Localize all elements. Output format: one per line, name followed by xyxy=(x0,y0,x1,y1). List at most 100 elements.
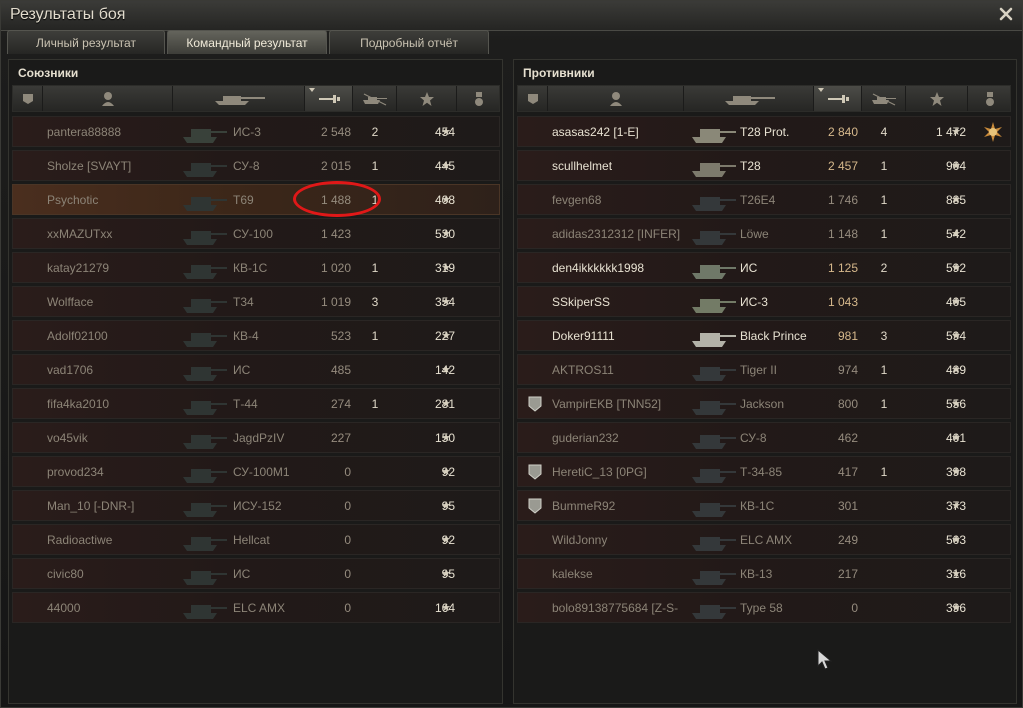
medal-column-header[interactable] xyxy=(457,86,501,111)
squad-column-header[interactable] xyxy=(13,86,43,111)
player-name: BummeR92 xyxy=(552,498,616,513)
damage-value: 1 746 xyxy=(827,192,858,207)
table-row[interactable]: katay21279 КВ-1С 1 020 1 319 ★ xyxy=(12,252,500,283)
damage-value: 301 xyxy=(837,498,858,513)
medal-icon xyxy=(473,91,485,107)
damage-value: 981 xyxy=(837,328,858,343)
tank-silhouette-icon xyxy=(177,491,239,520)
damage-icon xyxy=(317,92,341,106)
table-row[interactable]: Sholze [SVAYT] СУ-8 2 015 1 445 ★ xyxy=(12,150,500,181)
tank-silhouette-icon xyxy=(177,457,239,486)
tab-personal-result[interactable]: Личный результат xyxy=(7,30,165,54)
player-name: fevgen68 xyxy=(552,192,602,207)
frags-value xyxy=(365,559,385,588)
player-name: guderian232 xyxy=(552,430,619,445)
frags-value: 1 xyxy=(880,464,888,479)
table-row[interactable]: kalekse КВ-13 217 316 ★ xyxy=(517,558,1011,589)
damage-column-header[interactable] xyxy=(814,86,862,111)
table-row-current-player[interactable]: Psychotic T69 1 488 1 408 ★ xyxy=(12,184,500,215)
table-row[interactable]: VampirEKB [TNN52] Jackson 800 1 556 ★ xyxy=(517,388,1011,419)
table-row[interactable]: vo45vik JagdPzIV 227 150 ★ xyxy=(12,422,500,453)
allies-rows: pantera88888 ИС-3 2 548 2 454 ★ Sholze [… xyxy=(12,116,500,626)
xp-star-icon: ★ xyxy=(951,364,961,376)
table-row[interactable]: BummeR92 КВ-1С 301 373 ★ xyxy=(517,490,1011,521)
table-row[interactable]: pantera88888 ИС-3 2 548 2 454 ★ xyxy=(12,116,500,147)
table-row[interactable]: scullhelmet T28 2 457 1 904 ★ xyxy=(517,150,1011,181)
table-row[interactable]: Wolfface Т34 1 019 3 354 ★ xyxy=(12,286,500,317)
table-row[interactable]: 44000 ELC AMX 0 164 ★ xyxy=(12,592,500,623)
xp-column-header[interactable] xyxy=(906,86,968,111)
medal-column-header[interactable] xyxy=(968,86,1012,111)
xp-star-icon: ★ xyxy=(951,602,961,614)
player-column-header[interactable] xyxy=(548,86,684,111)
xp-star-icon: ★ xyxy=(951,500,961,512)
damage-value: 0 xyxy=(851,600,858,615)
tank-silhouette-icon xyxy=(177,525,239,554)
table-row[interactable]: vad1706 ИС 485 142 ★ xyxy=(12,354,500,385)
xp-column-header[interactable] xyxy=(397,86,457,111)
player-name: kalekse xyxy=(552,566,593,581)
table-row[interactable]: xxMAZUTxx СУ-100 1 423 530 ★ xyxy=(12,218,500,249)
table-row[interactable]: Doker91111 Black Prince 981 3 594 ★ xyxy=(517,320,1011,351)
table-row[interactable]: Man_10 [-DNR-] ИСУ-152 0 95 ★ xyxy=(12,490,500,521)
tank-silhouette-icon xyxy=(686,321,748,350)
frags-value: 2 xyxy=(371,124,379,139)
table-row[interactable]: adidas2312312 [INFER] Löwe 1 148 1 542 ★ xyxy=(517,218,1011,249)
tank-silhouette-icon xyxy=(177,559,239,588)
table-row[interactable]: Radioactiwe Hellcat 0 92 ★ xyxy=(12,524,500,555)
player-name: Man_10 [-DNR-] xyxy=(47,498,135,513)
title-bar: Результаты боя xyxy=(1,1,1022,31)
player-name: Radioactiwe xyxy=(47,532,113,547)
table-row[interactable]: civic80 ИС 0 95 ★ xyxy=(12,558,500,589)
tab-team-result[interactable]: Командный результат xyxy=(167,30,327,54)
player-name: asasas242 [1-E] xyxy=(552,124,639,139)
close-icon[interactable] xyxy=(998,6,1014,22)
table-row[interactable]: fifa4ka2010 Т-44 274 1 281 ★ xyxy=(12,388,500,419)
tank-silhouette-icon xyxy=(686,423,748,452)
tank-silhouette-icon xyxy=(177,117,239,146)
player-name: pantera88888 xyxy=(47,124,122,139)
table-row[interactable]: bolo89138775684 [Z-S- Type 58 0 396 ★ xyxy=(517,592,1011,623)
tank-silhouette-icon xyxy=(686,117,748,146)
tank-column-header[interactable] xyxy=(173,86,305,111)
table-row[interactable]: Adolf02100 КВ-4 523 1 227 ★ xyxy=(12,320,500,351)
damage-value: 2 548 xyxy=(320,124,351,139)
xp-star-icon: ★ xyxy=(441,126,451,138)
xp-star-icon: ★ xyxy=(951,534,961,546)
table-row[interactable]: asasas242 [1-E] T28 Prot. 2 840 4 1 472 … xyxy=(517,116,1011,147)
xp-star-icon: ★ xyxy=(951,160,961,172)
damage-value: 800 xyxy=(837,396,858,411)
damage-value: 1 019 xyxy=(320,294,351,309)
frags-column-header[interactable] xyxy=(353,86,397,111)
frags-value: 3 xyxy=(880,328,888,343)
table-row[interactable]: AKTROS11 Tiger II 974 1 489 ★ xyxy=(517,354,1011,385)
damage-value: 1 423 xyxy=(320,226,351,241)
damage-value: 1 148 xyxy=(827,226,858,241)
table-row[interactable]: den4ikkkkkk1998 ИС 1 125 2 592 ★ xyxy=(517,252,1011,283)
tank-icon xyxy=(721,92,777,106)
tank-column-header[interactable] xyxy=(684,86,814,111)
damage-column-header[interactable] xyxy=(305,86,353,111)
xp-star-icon: ★ xyxy=(441,500,451,512)
player-name: Sholze [SVAYT] xyxy=(47,158,132,173)
tab-detailed-report[interactable]: Подробный отчёт xyxy=(329,30,489,54)
squad-column-header[interactable] xyxy=(518,86,548,111)
window-title: Результаты боя xyxy=(10,6,126,23)
frags-column-header[interactable] xyxy=(862,86,906,111)
xp-star-icon: ★ xyxy=(441,194,451,206)
table-row[interactable]: fevgen68 T26E4 1 746 1 885 ★ xyxy=(517,184,1011,215)
player-column-header[interactable] xyxy=(43,86,173,111)
xp-star-icon: ★ xyxy=(441,432,451,444)
sort-arrow-icon xyxy=(818,88,824,92)
player-name: AKTROS11 xyxy=(552,362,614,377)
table-row[interactable]: HeretiC_13 [0PG] Т-34-85 417 1 398 ★ xyxy=(517,456,1011,487)
table-row[interactable]: provod234 СУ-100М1 0 92 ★ xyxy=(12,456,500,487)
xp-star-icon: ★ xyxy=(441,330,451,342)
table-row[interactable]: WildJonny ELC AMX 249 503 ★ xyxy=(517,524,1011,555)
achievement-medal-icon[interactable] xyxy=(980,117,1006,146)
xp-star-icon: ★ xyxy=(951,126,961,138)
damage-value: 1 488 xyxy=(320,192,351,207)
table-row[interactable]: SSkiperSS ИС-3 1 043 405 ★ xyxy=(517,286,1011,317)
xp-star-icon xyxy=(419,91,435,107)
table-row[interactable]: guderian232 СУ-8 462 401 ★ xyxy=(517,422,1011,453)
